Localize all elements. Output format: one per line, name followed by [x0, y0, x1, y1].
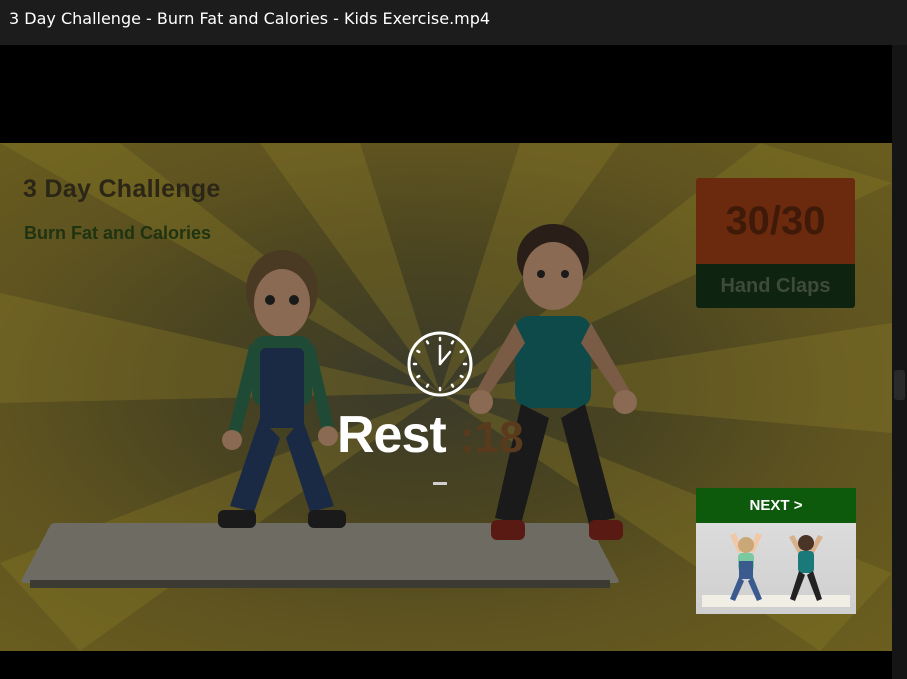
rep-counter: 30/30 Hand Claps — [696, 178, 855, 308]
rep-count: 30/30 — [696, 178, 855, 264]
next-exercise-thumbnail — [696, 523, 856, 614]
progress-dash — [433, 482, 447, 485]
title-bar: 3 Day Challenge - Burn Fat and Calories … — [0, 0, 907, 45]
video-frame[interactable]: 3 Day Challenge Burn Fat and Calories 30… — [0, 143, 892, 651]
video-subtitle: Burn Fat and Calories — [24, 223, 212, 243]
thumb-girl — [730, 533, 762, 601]
next-label: NEXT > — [696, 488, 856, 523]
next-exercise-card[interactable]: NEXT > — [696, 488, 856, 614]
video-title: 3 Day Challenge — [23, 175, 221, 203]
thumb-boy — [789, 535, 823, 601]
rest-label: Rest — [337, 406, 447, 464]
window-title: 3 Day Challenge - Burn Fat and Calories … — [9, 9, 491, 28]
scrollbar-thumb[interactable] — [894, 370, 905, 400]
exercise-name: Hand Claps — [696, 264, 855, 308]
rest-timer: :18 — [460, 413, 524, 462]
scrollbar[interactable] — [892, 45, 907, 679]
mat-edge — [30, 580, 610, 588]
clock-icon — [407, 331, 473, 397]
boy-character — [469, 224, 637, 540]
girl-character — [218, 250, 346, 528]
